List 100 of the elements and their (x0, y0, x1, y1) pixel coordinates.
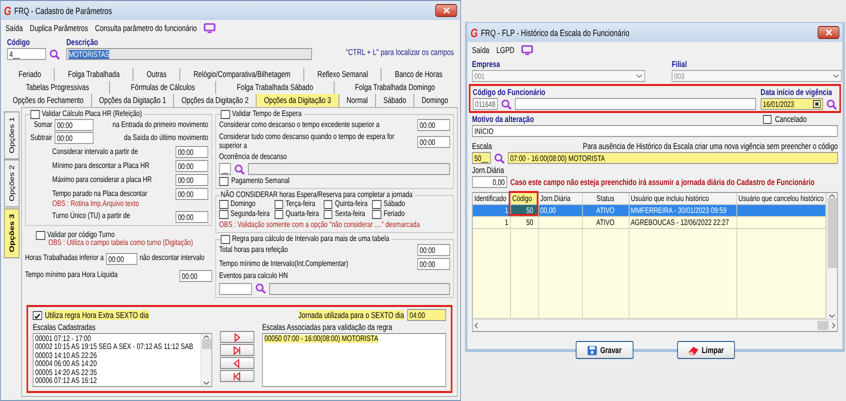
tab[interactable]: Opções do Fechamento (5, 94, 92, 107)
time-field[interactable]: 00:00 (417, 244, 450, 256)
time-field[interactable]: 00:00 (54, 132, 94, 144)
scroll-thumb[interactable] (202, 339, 211, 349)
tab[interactable]: Sábado (376, 94, 414, 107)
monitor-icon[interactable] (521, 44, 534, 54)
menu-item[interactable]: Saída (472, 44, 490, 54)
list-item[interactable]: 00002 10:15 AS 19:15 SEG A SEX - 07:12 AS 11:12 SAB (35, 343, 194, 352)
code-field[interactable]: 4__ (7, 48, 46, 60)
column-header[interactable]: Código (510, 193, 538, 204)
tab[interactable]: Feriado (5, 68, 55, 81)
tab[interactable]: Outras (134, 68, 180, 81)
checkbox[interactable] (274, 200, 284, 210)
tab[interactable]: Domingo (414, 94, 456, 107)
tab[interactable]: Folga Trabalhada Domingo (334, 81, 456, 94)
reason-field[interactable]: INÍCIO (472, 125, 838, 137)
time-field[interactable]: 00:00 (417, 136, 450, 148)
checkbox[interactable] (219, 177, 228, 186)
scrollbar[interactable] (200, 334, 212, 386)
column-header[interactable]: Usuário que incluiu histórico (628, 193, 736, 204)
time-field[interactable]: 00:00 (176, 210, 208, 223)
time-field[interactable]: 00:00 (106, 252, 138, 265)
code-field[interactable]: 011648 (472, 98, 498, 110)
transfer-button[interactable] (220, 344, 254, 356)
scrollbar[interactable] (472, 319, 838, 331)
code-field[interactable]: __ (219, 163, 231, 176)
checkbox[interactable] (219, 210, 228, 220)
chevron-left-icon[interactable] (474, 322, 478, 329)
tab[interactable]: Banco de Horas (382, 68, 456, 81)
time-field[interactable]: 00:00 (417, 119, 450, 131)
search-icon[interactable] (826, 98, 838, 110)
side-tab[interactable]: Opções 1 (4, 111, 20, 160)
time-field[interactable]: 04:00 (407, 309, 446, 321)
time-field[interactable]: 00:00 (176, 160, 208, 172)
tab[interactable]: Normal (339, 94, 376, 107)
scroll-thumb[interactable] (817, 321, 828, 330)
column-header[interactable]: Status (582, 193, 629, 204)
list-item[interactable]: 00004 06:00 AS 14:20 (35, 360, 97, 369)
column-header[interactable]: Jorn.Diária (538, 193, 582, 204)
transfer-button[interactable] (220, 370, 254, 382)
search-icon[interactable] (494, 152, 505, 164)
list-item[interactable]: 00006 07:12 AS 16:12 (35, 377, 97, 386)
code-field[interactable]: 50__ (472, 152, 491, 164)
schedule-field[interactable]: 07:00 - 16:00(08:00) MOTORISTA (508, 152, 838, 164)
menu-item[interactable]: LGPD (496, 44, 514, 54)
checkbox[interactable] (274, 210, 284, 220)
time-field[interactable]: 00:00 (176, 174, 208, 186)
checkbox[interactable] (219, 200, 228, 210)
list-box[interactable]: 00050 07:00 - 16:00(08:00) MOTORISTA (262, 333, 446, 387)
search-icon[interactable] (49, 48, 60, 60)
tab[interactable]: Relógio/Comparativa/Bilhetagem (180, 68, 304, 81)
column-header[interactable]: Usuário que cancelou histórico (736, 193, 826, 204)
calendar-icon[interactable] (812, 100, 821, 108)
list-item[interactable]: 00050 07:00 - 16:00(08:00) MOTORISTA (264, 335, 378, 344)
hours-field[interactable]: 0,00 (472, 176, 508, 188)
description-field[interactable] (269, 282, 450, 295)
time-field[interactable]: 00:00 (176, 188, 208, 200)
search-icon[interactable] (500, 98, 512, 110)
tab[interactable]: Tabelas Progressivas (5, 81, 110, 94)
transfer-button[interactable] (220, 331, 254, 343)
checkbox[interactable] (372, 200, 382, 210)
time-field[interactable]: 00:00 (54, 119, 94, 131)
menu-item[interactable]: Duplica Parâmetros (30, 22, 88, 32)
checkbox[interactable] (324, 210, 333, 220)
time-field[interactable]: 00:00 (179, 270, 212, 282)
menu-item[interactable]: Saída (5, 22, 23, 32)
checkbox[interactable] (372, 210, 382, 220)
list-item[interactable]: 00001 07:12 - 17:00 (35, 335, 91, 344)
checkbox[interactable] (220, 110, 230, 119)
tab[interactable]: Fórmulas de Cálculos (110, 81, 216, 94)
chevron-down-icon[interactable] (828, 314, 836, 318)
save-button[interactable]: Gravar (575, 341, 634, 359)
side-tab[interactable]: Opções 3 (4, 208, 20, 258)
code-field[interactable] (219, 282, 252, 295)
table-row[interactable]: 1 50 00,00 ATIVO MMFERREIRA - 30/01/2023 09:59 (472, 204, 826, 216)
scrollbar[interactable] (826, 193, 838, 319)
clear-button[interactable]: Limpar (676, 341, 734, 359)
scroll-thumb[interactable] (827, 198, 837, 268)
search-icon[interactable] (255, 283, 266, 294)
menu-item[interactable]: Consulta parâmetro do funcionário (95, 22, 197, 32)
column-header[interactable]: Identificado (472, 193, 510, 204)
name-field[interactable] (515, 98, 756, 110)
date-field[interactable]: 16/01/2023 (760, 98, 823, 110)
checkbox[interactable] (762, 114, 772, 124)
checkbox[interactable] (36, 230, 45, 240)
tab[interactable]: Folga Trabalhada (54, 68, 134, 81)
list-item[interactable]: 00005 14:20 AS 22:35 (35, 368, 97, 378)
chevron-up-icon[interactable] (202, 335, 210, 339)
chevron-right-icon[interactable] (832, 322, 836, 329)
checkbox[interactable] (32, 310, 42, 320)
time-field[interactable]: 00:00 (417, 258, 450, 270)
list-item[interactable]: 00003 14:10 AS 22:26 (35, 352, 97, 360)
checkbox[interactable] (30, 110, 40, 119)
checkbox[interactable] (220, 234, 230, 244)
table-row[interactable]: 1 50 ATIVO AGREBOUCAS - 12/06/2022 22:27 (472, 216, 826, 228)
search-icon[interactable] (234, 164, 245, 175)
tab[interactable]: Opções da Digitação 1 (92, 94, 174, 107)
chevron-down-icon[interactable] (202, 381, 210, 385)
time-field[interactable]: 00:00 (176, 146, 208, 158)
close-button[interactable] (818, 26, 840, 39)
